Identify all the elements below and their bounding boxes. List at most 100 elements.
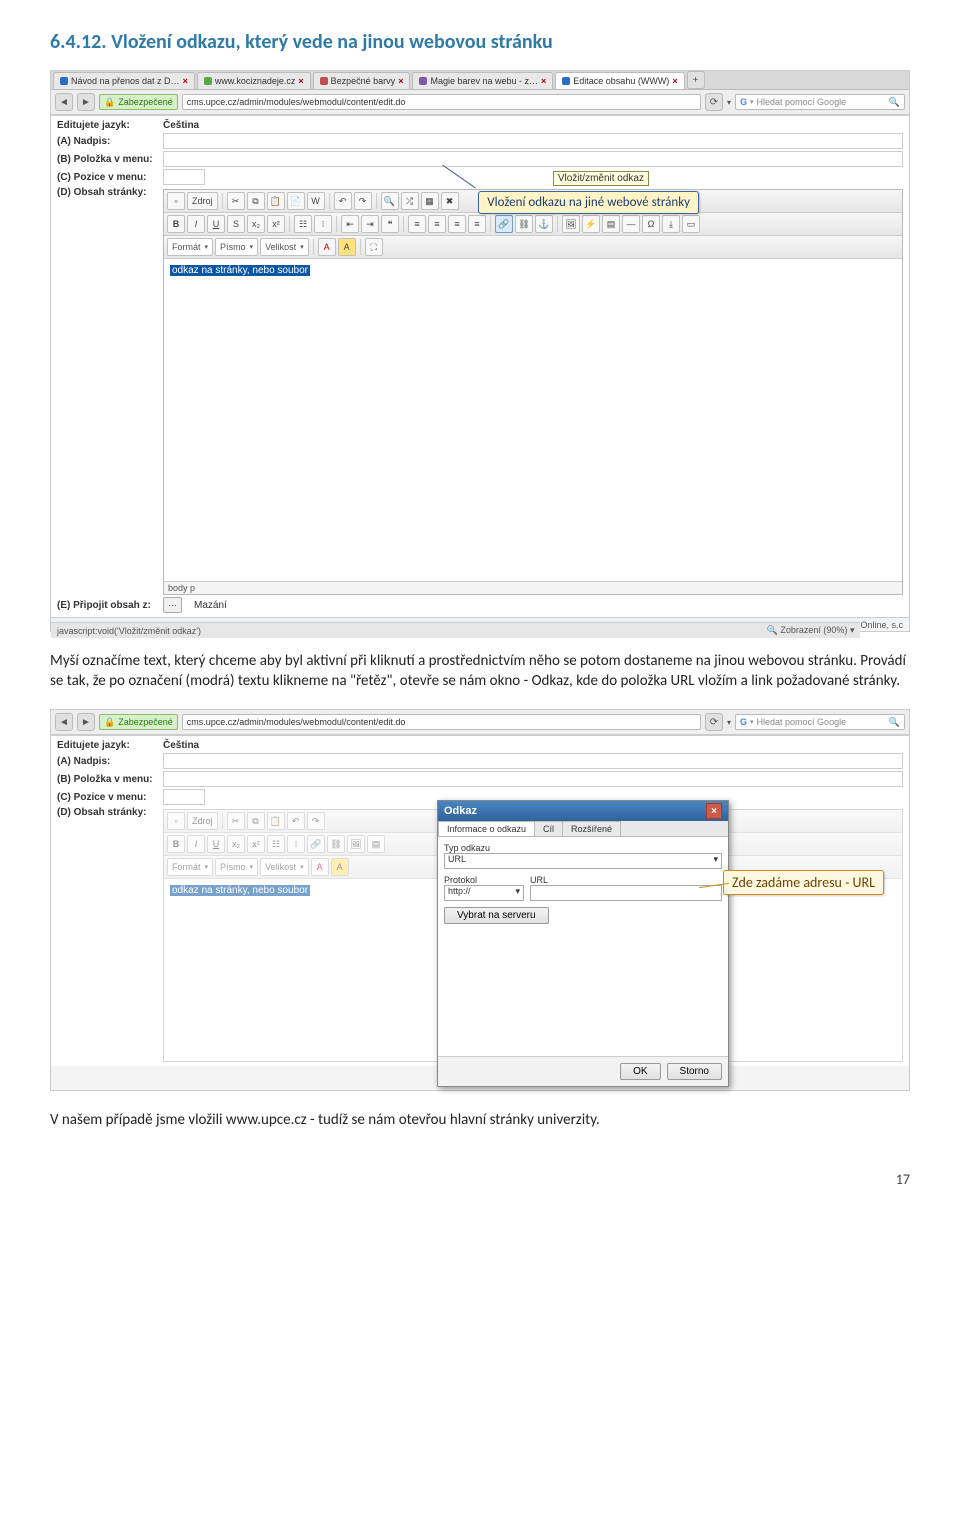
italic-icon: I — [187, 835, 205, 853]
editor-content-area[interactable]: odkaz na stránky, nebo soubor — [164, 259, 902, 581]
address-bar[interactable]: cms.upce.cz/admin/modules/webmodul/conte… — [182, 714, 701, 730]
back-button[interactable]: ◄ — [55, 93, 73, 111]
search-icon[interactable]: 🔍 — [889, 97, 900, 108]
align-justify-icon[interactable]: ≡ — [468, 215, 486, 233]
selectall-icon[interactable]: ▦ — [421, 192, 439, 210]
anchor-icon[interactable]: ⚓ — [535, 215, 553, 233]
title-input[interactable] — [163, 133, 903, 149]
link-type-select[interactable]: URL▾ — [444, 853, 722, 869]
paste-word-icon[interactable]: W — [307, 192, 325, 210]
security-indicator[interactable]: 🔒 Zabezpečené — [99, 714, 178, 730]
dialog-close-button[interactable]: × — [706, 803, 722, 819]
menu-item-input[interactable] — [163, 771, 903, 787]
lock-icon: 🔒 — [104, 97, 115, 108]
tab-close-icon[interactable]: × — [541, 76, 546, 86]
reload-button[interactable]: ⟳ — [705, 93, 723, 111]
dropdown-icon[interactable]: ▾ — [750, 718, 754, 726]
size-combo[interactable]: Velikost▾ — [260, 238, 309, 256]
delete-label[interactable]: Mazání — [194, 600, 227, 611]
dropdown-icon[interactable]: ▾ — [727, 98, 731, 107]
unlink-icon[interactable]: ⛓ — [515, 215, 533, 233]
reload-button[interactable]: ⟳ — [705, 713, 723, 731]
cancel-button[interactable]: Storno — [667, 1063, 722, 1080]
superscript-icon[interactable]: x² — [267, 215, 285, 233]
align-left-icon[interactable]: ≡ — [408, 215, 426, 233]
source-button[interactable]: Zdroj — [187, 192, 218, 210]
title-input[interactable] — [163, 753, 903, 769]
forward-button[interactable]: ► — [77, 93, 95, 111]
numbered-list-icon[interactable]: ☷ — [294, 215, 312, 233]
align-right-icon[interactable]: ≡ — [448, 215, 466, 233]
browser-tab[interactable]: Bezpečné barvy × — [313, 72, 411, 89]
undo-icon[interactable]: ↶ — [334, 192, 352, 210]
browser-search-field[interactable]: G ▾ Hledat pomocí Google 🔍 — [735, 94, 905, 110]
indent-icon[interactable]: ⇥ — [361, 215, 379, 233]
browser-tabbar[interactable]: Návod na přenos dat z D… × www.kociznade… — [51, 71, 909, 90]
bold-icon[interactable]: B — [167, 215, 185, 233]
editor-element-path[interactable]: body p — [164, 581, 902, 594]
strike-icon[interactable]: S — [227, 215, 245, 233]
table-icon[interactable]: ▤ — [602, 215, 620, 233]
removeformat-icon[interactable]: ✖ — [441, 192, 459, 210]
menu-pos-input[interactable] — [163, 169, 205, 185]
cut-icon[interactable]: ✂ — [227, 192, 245, 210]
search-icon[interactable]: 🔍 — [889, 717, 900, 728]
flash-icon[interactable]: ⚡ — [582, 215, 600, 233]
browse-server-button[interactable]: Vybrat na serveru — [444, 907, 549, 924]
forward-button[interactable]: ► — [77, 713, 95, 731]
tab-close-icon[interactable]: × — [398, 76, 403, 86]
dialog-tab-info[interactable]: Informace o odkazu — [438, 821, 535, 836]
dialog-tab-target[interactable]: Cíl — [534, 821, 563, 836]
new-doc-icon[interactable]: ▫ — [167, 192, 185, 210]
hr-icon[interactable]: ― — [622, 215, 640, 233]
maximize-icon[interactable]: ⛶ — [365, 238, 383, 256]
copy-icon[interactable]: ⧉ — [247, 192, 265, 210]
security-indicator[interactable]: 🔒 Zabezpečené — [99, 94, 178, 110]
browser-tab[interactable]: Návod na přenos dat z D… × — [53, 72, 195, 89]
image-icon[interactable]: 🖼 — [562, 215, 580, 233]
back-button[interactable]: ◄ — [55, 713, 73, 731]
tab-close-icon[interactable]: × — [183, 76, 188, 86]
outdent-icon[interactable]: ⇤ — [341, 215, 359, 233]
blockquote-icon[interactable]: ❝ — [381, 215, 399, 233]
browser-tab[interactable]: Magie barev na webu - z… × — [412, 72, 553, 89]
align-center-icon[interactable]: ≡ — [428, 215, 446, 233]
replace-icon[interactable]: ⤮ — [401, 192, 419, 210]
url-input[interactable] — [530, 885, 722, 901]
italic-icon[interactable]: I — [187, 215, 205, 233]
ok-button[interactable]: OK — [620, 1063, 660, 1080]
bgcolor-icon[interactable]: A — [338, 238, 356, 256]
link-dialog[interactable]: Odkaz × Informace o odkazu Cíl Rozšířené… — [437, 800, 729, 1087]
subscript-icon[interactable]: x₂ — [247, 215, 265, 233]
textcolor-icon[interactable]: A — [318, 238, 336, 256]
dropdown-icon[interactable]: ▾ — [727, 718, 731, 727]
dropdown-icon[interactable]: ▾ — [750, 98, 754, 106]
format-combo[interactable]: Formát▾ — [167, 238, 213, 256]
menu-item-input[interactable] — [163, 151, 903, 167]
pagebreak-icon[interactable]: ⤓ — [662, 215, 680, 233]
iframe-icon[interactable]: ▭ — [682, 215, 700, 233]
font-combo[interactable]: Písmo▾ — [215, 238, 258, 256]
address-bar[interactable]: cms.upce.cz/admin/modules/webmodul/conte… — [182, 94, 701, 110]
paste-text-icon[interactable]: 📄 — [287, 192, 305, 210]
browse-button[interactable]: … — [163, 597, 182, 613]
status-left: javascript:void('Vložit/změnit odkaz') — [57, 626, 201, 636]
specialchar-icon[interactable]: Ω — [642, 215, 660, 233]
browser-tab[interactable]: Editace obsahu (WWW) × — [555, 72, 684, 89]
link-icon[interactable]: 🔗 — [495, 215, 513, 233]
dialog-tab-advanced[interactable]: Rozšířené — [562, 821, 621, 836]
tab-close-icon[interactable]: × — [298, 76, 303, 86]
underline-icon[interactable]: U — [207, 215, 225, 233]
browser-search-field[interactable]: G ▾ Hledat pomocí Google 🔍 — [735, 714, 905, 730]
redo-icon[interactable]: ↷ — [354, 192, 372, 210]
paste-icon[interactable]: 📋 — [267, 192, 285, 210]
browser-tab[interactable]: www.kociznadeje.cz × — [197, 72, 311, 89]
menu-pos-input[interactable] — [163, 789, 205, 805]
bulleted-list-icon[interactable]: ⁝ — [314, 215, 332, 233]
find-icon[interactable]: 🔍 — [381, 192, 399, 210]
url-label: URL — [530, 875, 722, 885]
protocol-select[interactable]: http://▾ — [444, 885, 524, 901]
new-tab-button[interactable]: + — [687, 71, 705, 89]
dialog-tabs: Informace o odkazu Cíl Rozšířené — [438, 821, 728, 837]
tab-close-icon[interactable]: × — [672, 76, 677, 86]
